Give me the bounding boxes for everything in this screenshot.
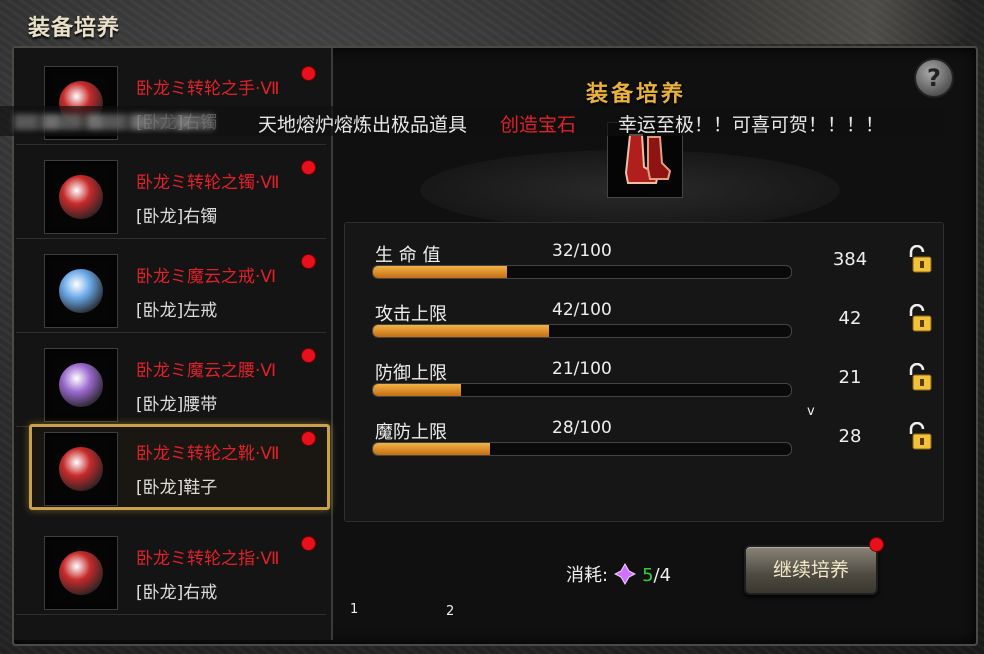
stat-progress-fill [373, 266, 507, 278]
equipment-type: [卧龙]左戒 [136, 301, 218, 321]
blurred-player-name [14, 114, 214, 130]
equipment-icon [44, 348, 118, 422]
marquee-text-2: 幸运至极！！可喜可贺！！！！ [618, 114, 885, 136]
marquee-text-highlight: 创造宝石 [500, 114, 577, 136]
gem-icon [59, 551, 103, 595]
stat-label: 攻击上限 [375, 304, 447, 325]
stat-row: 防御上限 21/100 21 [345, 351, 943, 409]
cost-need: /4 [653, 565, 672, 586]
equipment-name: 卧龙ミ魔云之戒·Ⅵ [136, 267, 277, 287]
equipment-name: 卧龙ミ转轮之手·Ⅶ [136, 79, 280, 99]
equipment-list-item[interactable]: 卧龙ミ转轮之镯·Ⅶ [卧龙]右镯 [16, 150, 326, 239]
gem-icon [59, 175, 103, 219]
dragon-ornament [650, 0, 970, 44]
gem-icon [59, 447, 103, 491]
window-title: 装备培养 [28, 16, 121, 41]
red-dot-icon [301, 348, 316, 363]
stat-progress-fill [373, 384, 461, 396]
equipment-type: [卧龙]腰带 [136, 395, 218, 415]
stat-progress-text: 32/100 [552, 241, 612, 261]
red-dot-icon [301, 536, 316, 551]
red-dot-icon [301, 254, 316, 269]
red-dot-icon [301, 431, 316, 446]
stat-bonus-value: 42 [838, 308, 862, 329]
equipment-list-item[interactable]: 卧龙ミ转轮之指·Ⅶ [卧龙]右戒 [16, 526, 326, 615]
stat-bonus-value: 384 [832, 249, 868, 270]
cost-label: 消耗: [566, 565, 609, 586]
gem-icon [59, 269, 103, 313]
stat-row: 魔防上限 28/100 28 [345, 410, 943, 468]
gem-icon [59, 363, 103, 407]
equipment-icon [44, 254, 118, 328]
red-dot-icon [869, 537, 884, 552]
cost-have: 5 [642, 565, 654, 586]
stray-v-text: v [807, 404, 815, 419]
lock-icon[interactable] [905, 421, 933, 452]
marquee-text-1: 天地熔炉熔炼出极品道具 [258, 114, 468, 136]
crystal-icon [613, 562, 637, 586]
stat-progress-bar [372, 324, 792, 338]
equipment-name: 卧龙ミ转轮之靴·Ⅶ [136, 444, 280, 464]
help-button[interactable]: ? [914, 58, 954, 98]
lock-icon[interactable] [905, 362, 933, 393]
equipment-icon [44, 536, 118, 610]
stat-progress-text: 21/100 [552, 359, 612, 379]
equipment-list-item[interactable]: 卧龙ミ转轮之靴·Ⅶ [卧龙]鞋子 [29, 424, 330, 510]
equipment-list-item[interactable]: 卧龙ミ魔云之戒·Ⅵ [卧龙]左戒 [16, 244, 326, 333]
stat-progress-bar [372, 265, 792, 279]
lock-icon[interactable] [905, 244, 933, 275]
stat-progress-fill [373, 325, 549, 337]
stat-label: 生 命 值 [375, 245, 441, 266]
stat-progress-fill [373, 443, 491, 455]
stat-label: 防御上限 [375, 363, 447, 384]
continue-cultivate-button[interactable]: 继续培养 [744, 545, 878, 595]
equipment-type: [卧龙]右镯 [136, 207, 218, 227]
stat-bonus-value: 28 [838, 426, 862, 447]
stat-label: 魔防上限 [375, 422, 447, 443]
equipment-name: 卧龙ミ转轮之指·Ⅶ [136, 549, 280, 569]
red-dot-icon [301, 66, 316, 81]
stat-progress-text: 42/100 [552, 300, 612, 320]
cost-display: 消耗: 5/4 [566, 561, 671, 587]
page-two-text: 2 [446, 604, 455, 619]
equipment-name: 卧龙ミ魔云之腰·Ⅵ [136, 361, 277, 381]
stats-panel: 生 命 值 32/100 384 攻击上限 42/100 42 防御上限 21/100 21 魔防… [344, 222, 944, 522]
equipment-list-item[interactable]: 卧龙ミ魔云之腰·Ⅵ [卧龙]腰带 [16, 338, 326, 427]
stat-row: 生 命 值 32/100 384 [345, 233, 943, 291]
panel-title: 装备培养 [586, 82, 687, 107]
equipment-icon [44, 432, 118, 506]
stat-progress-text: 28/100 [552, 418, 612, 438]
announcement-marquee: 天地熔炉熔炼出极品道具 创造宝石 幸运至极！！可喜可贺！！！！ [0, 106, 944, 136]
stat-progress-bar [372, 383, 792, 397]
equipment-name: 卧龙ミ转轮之镯·Ⅶ [136, 173, 280, 193]
red-dot-icon [301, 160, 316, 175]
equipment-type: [卧龙]右戒 [136, 583, 218, 603]
equipment-icon [44, 160, 118, 234]
page-one-text: 1 [350, 602, 359, 617]
stat-progress-bar [372, 442, 792, 456]
equipment-type: [卧龙]鞋子 [136, 478, 218, 498]
stat-bonus-value: 21 [838, 367, 862, 388]
lock-icon[interactable] [905, 303, 933, 334]
stat-row: 攻击上限 42/100 42 [345, 292, 943, 350]
window-frame: 装备培养 卧龙ミ转轮之手·Ⅶ[卧龙]右镯卧龙ミ转轮之镯·Ⅶ[卧龙]右镯卧龙ミ魔云… [0, 0, 984, 654]
